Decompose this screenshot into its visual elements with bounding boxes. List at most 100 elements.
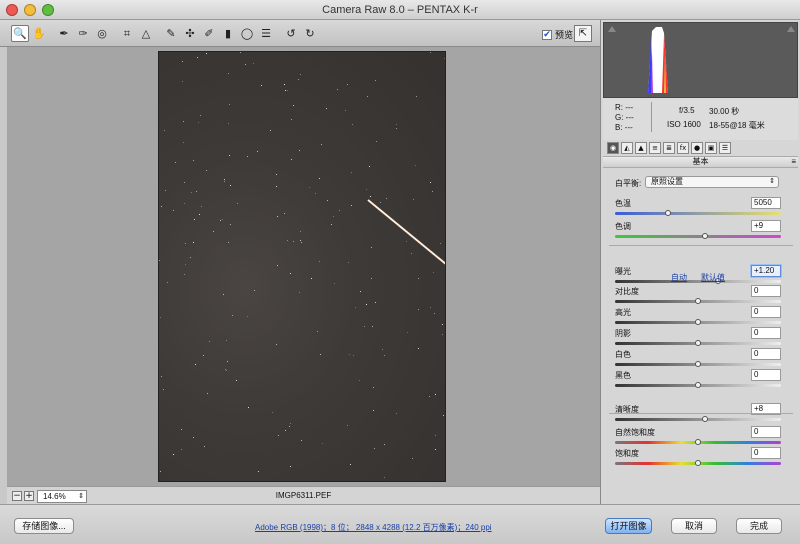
hand-tool-button[interactable]: ✋ bbox=[30, 25, 48, 42]
targeted-adjustment-tool-button[interactable]: ◎ bbox=[93, 25, 111, 42]
rotate-cw-tool-button[interactable]: ↻ bbox=[301, 25, 319, 42]
slider-thumb[interactable] bbox=[695, 382, 701, 388]
auto-link[interactable]: 自动 bbox=[671, 272, 687, 283]
panel-tab-9[interactable]: ☰ bbox=[719, 142, 731, 154]
tool-group: 🔍 ✋ ✒ ✑ ◎ ⌗ △ ✎ ✣ ✐ ▮ ◯ ☰ ↺ ↻ bbox=[11, 25, 320, 42]
workflow-options-link[interactable]: Adobe RGB (1998)；8 位； 2848 x 4288 (12.2 … bbox=[255, 522, 492, 533]
slider-thumb[interactable] bbox=[665, 210, 672, 216]
radial-filter-tool-button[interactable]: ◯ bbox=[238, 25, 256, 42]
photo-preview bbox=[158, 51, 446, 482]
divider bbox=[609, 413, 793, 414]
panel-tab-4[interactable]: ≡ bbox=[649, 142, 661, 154]
slider-thumb[interactable] bbox=[695, 319, 701, 325]
divider bbox=[609, 245, 793, 246]
blue-readout: B: --- bbox=[615, 123, 633, 132]
graduated-filter-tool-button[interactable]: ▮ bbox=[219, 25, 237, 42]
zoom-window-button[interactable] bbox=[42, 4, 54, 16]
slider-value-input[interactable]: 0 bbox=[751, 348, 781, 360]
canvas-status-bar: − + 14.6% ⇕ IMGP6311.PEF bbox=[7, 486, 600, 504]
image-canvas[interactable] bbox=[7, 47, 600, 486]
toolbar: 🔍 ✋ ✒ ✑ ◎ ⌗ △ ✎ ✣ ✐ ▮ ◯ ☰ ↺ ↻ ✔ 预览 ⇱ bbox=[0, 20, 600, 47]
panel-tab-7[interactable]: ● bbox=[691, 142, 703, 154]
panel-tab-6[interactable]: fx bbox=[677, 142, 689, 154]
slider-thumb[interactable] bbox=[701, 233, 708, 239]
image-info: R: --- G: --- B: --- f/3.5 30.00 秒 ISO 1… bbox=[603, 98, 798, 140]
save-image-button[interactable]: 存储图像... bbox=[14, 518, 74, 534]
footer-bar: 存储图像... Adobe RGB (1998)；8 位； 2848 x 428… bbox=[0, 504, 800, 544]
panel-tab-2[interactable]: ◭ bbox=[621, 142, 633, 154]
open-image-button[interactable]: 打开图像 bbox=[605, 518, 652, 534]
slider-track[interactable] bbox=[615, 280, 781, 283]
slider-thumb[interactable] bbox=[695, 460, 701, 466]
crop-tool-button[interactable]: ⌗ bbox=[118, 25, 136, 42]
straighten-tool-button[interactable]: △ bbox=[137, 25, 155, 42]
shutter-value: 30.00 秒 bbox=[709, 107, 740, 116]
section-header: 基本 ≡ bbox=[603, 156, 798, 168]
slider-value-input[interactable]: 0 bbox=[751, 447, 781, 459]
preview-label: 预览 bbox=[555, 30, 574, 40]
slider-value-input[interactable]: 5050 bbox=[751, 197, 781, 209]
panel-menu-icon[interactable]: ≡ bbox=[791, 157, 796, 167]
slider-thumb[interactable] bbox=[695, 340, 701, 346]
slider-value-input[interactable]: +9 bbox=[751, 220, 781, 232]
meteor-streak bbox=[367, 199, 445, 265]
red-readout: R: --- bbox=[615, 103, 634, 112]
section-title: 基本 bbox=[692, 157, 709, 166]
window-title: Camera Raw 8.0 – PENTAX K-r bbox=[322, 4, 478, 16]
slider-value-input[interactable]: 0 bbox=[751, 327, 781, 339]
adjustment-brush-tool-button[interactable]: ✐ bbox=[200, 25, 218, 42]
slider-track[interactable] bbox=[615, 212, 781, 215]
slider-label: 阴影 bbox=[615, 329, 631, 338]
slider-value-input[interactable]: 0 bbox=[751, 306, 781, 318]
file-name: IMGP6311.PEF bbox=[275, 491, 332, 500]
slider-value-input[interactable]: 0 bbox=[751, 285, 781, 297]
cancel-button[interactable]: 取消 bbox=[671, 518, 717, 534]
aperture-value: f/3.5 bbox=[679, 106, 695, 115]
preferences-tool-button[interactable]: ☰ bbox=[257, 25, 275, 42]
slider-label: 白色 bbox=[615, 350, 631, 359]
panel-tab-5[interactable]: ≣ bbox=[663, 142, 675, 154]
zoom-tool-button[interactable]: 🔍 bbox=[11, 25, 29, 42]
slider-thumb[interactable] bbox=[695, 361, 701, 367]
rotate-ccw-tool-button[interactable]: ↺ bbox=[282, 25, 300, 42]
window-controls bbox=[6, 4, 54, 16]
minimize-window-button[interactable] bbox=[24, 4, 36, 16]
white-balance-tool-button[interactable]: ✒ bbox=[55, 25, 73, 42]
white-balance-select[interactable]: 原照设置 ⇕ bbox=[645, 176, 779, 188]
white-balance-label: 白平衡: bbox=[615, 179, 642, 188]
panel-tab-8[interactable]: ▣ bbox=[705, 142, 717, 154]
lens-value: 18-55@18 毫米 bbox=[709, 121, 765, 130]
slider-label: 黑色 bbox=[615, 371, 631, 380]
slider-thumb[interactable] bbox=[701, 416, 708, 422]
panel-tab-3[interactable]: ▲ bbox=[635, 142, 647, 154]
slider-track[interactable] bbox=[615, 235, 781, 238]
slider-label: 对比度 bbox=[615, 287, 639, 296]
slider-label: 高光 bbox=[615, 308, 631, 317]
adjustments-panel: R: --- G: --- B: --- f/3.5 30.00 秒 ISO 1… bbox=[600, 20, 800, 504]
default-link[interactable]: 默认值 bbox=[701, 272, 725, 283]
done-button[interactable]: 完成 bbox=[736, 518, 782, 534]
green-readout: G: --- bbox=[615, 113, 634, 122]
slider-label: 饱和度 bbox=[615, 449, 639, 458]
info-divider bbox=[651, 102, 652, 132]
close-window-button[interactable] bbox=[6, 4, 18, 16]
slider-thumb[interactable] bbox=[695, 298, 701, 304]
slider-label: 曝光 bbox=[615, 267, 631, 276]
slider-track[interactable] bbox=[615, 418, 781, 421]
slider-thumb[interactable] bbox=[695, 439, 701, 445]
white-balance-value: 原照设置 bbox=[651, 177, 683, 186]
slider-value-input[interactable]: 0 bbox=[751, 426, 781, 438]
red-eye-tool-button[interactable]: ✣ bbox=[181, 25, 199, 42]
histogram-graph bbox=[648, 27, 668, 93]
slider-label: 自然饱和度 bbox=[615, 428, 655, 437]
slider-value-input[interactable]: 0 bbox=[751, 369, 781, 381]
color-sampler-tool-button[interactable]: ✑ bbox=[74, 25, 92, 42]
slider-label: 色调 bbox=[615, 222, 631, 231]
slider-value-input[interactable]: +1.20 bbox=[751, 265, 781, 277]
histogram bbox=[603, 22, 798, 98]
fullscreen-button[interactable]: ⇱ bbox=[574, 25, 592, 42]
spot-removal-tool-button[interactable]: ✎ bbox=[162, 25, 180, 42]
panel-tab-1[interactable]: ◉ bbox=[607, 142, 619, 154]
preview-toggle[interactable]: ✔ 预览 bbox=[542, 28, 573, 41]
preview-checkbox[interactable]: ✔ bbox=[542, 29, 552, 40]
